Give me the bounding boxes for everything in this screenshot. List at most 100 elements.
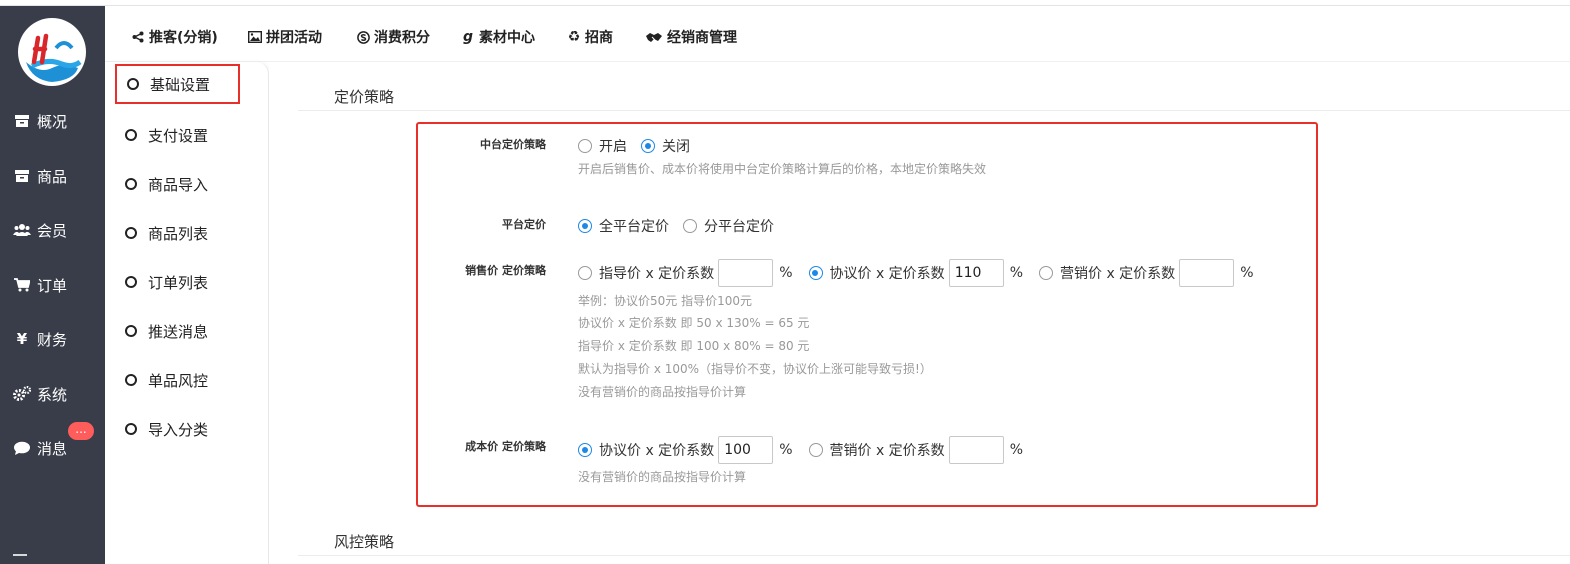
percent-unit: % (1009, 265, 1023, 281)
radio-label: 关闭 (662, 139, 690, 155)
platform-pricing-radios: 全平台定价 分平台定价 (578, 216, 774, 236)
platform-pricing-label: 平台定价 (502, 218, 546, 231)
share-icon (131, 30, 145, 44)
submenu-item-import-category[interactable]: 导入分类 (115, 409, 240, 449)
sidebar-item-label: 概况 (37, 112, 68, 131)
submenu-item-label: 推送消息 (148, 322, 209, 341)
section-title-pricing: 定价策略 (334, 88, 395, 106)
circle-icon (125, 227, 137, 239)
tab-materials[interactable]: g 素材中心 (461, 26, 535, 48)
sidebar-item-partial (13, 554, 27, 564)
radio-label: 开启 (599, 139, 627, 155)
percent-unit: % (779, 265, 793, 281)
percent-unit: % (779, 442, 793, 458)
percent-unit: % (1240, 265, 1254, 281)
sale-strategy-radios: 指导价 x 定价系数 % 协议价 x 定价系数 110 % 营销价 x 定价系数… (578, 259, 1254, 287)
sidebar-item-goods[interactable]: 商品 (0, 161, 105, 191)
section-title-risk: 风控策略 (334, 533, 395, 551)
center-strategy-radios: 开启 关闭 (578, 136, 690, 156)
sidebar-item-system[interactable]: 系统 (0, 379, 105, 409)
submenu-item-basic-settings[interactable]: 基础设置 (115, 64, 240, 104)
tab-label: 素材中心 (479, 30, 535, 46)
tab-merchants[interactable]: ♻ 招商 (567, 26, 613, 48)
sale-marketing-coefficient-input[interactable] (1179, 259, 1235, 287)
radio-platform-split[interactable] (683, 219, 697, 233)
circle-icon (125, 374, 137, 386)
radio-label: 全平台定价 (599, 219, 669, 235)
sale-guide-coefficient-input[interactable] (718, 259, 774, 287)
circle-icon (125, 325, 137, 337)
sale-agreement-coefficient-input[interactable]: 110 (948, 259, 1004, 287)
tab-label: 推客(分销) (149, 30, 218, 46)
tab-group-buy[interactable]: 拼团活动 (248, 26, 322, 48)
message-count-badge: ... (68, 422, 94, 440)
tab-promoter[interactable]: 推客(分销) (131, 26, 218, 48)
sidebar-item-label: 商品 (37, 167, 68, 186)
radio-cost-marketing[interactable] (808, 443, 823, 457)
tab-label: 招商 (585, 30, 613, 46)
tab-label: 消费积分 (374, 30, 430, 46)
radio-sale-marketing[interactable] (1039, 266, 1053, 280)
sale-hint-5: 没有营销价的商品按指导价计算 (578, 385, 747, 399)
submenu-item-label: 支付设置 (148, 126, 209, 145)
submenu-item-payment-settings[interactable]: 支付设置 (115, 115, 240, 155)
submenu-item-product-import[interactable]: 商品导入 (115, 164, 240, 204)
submenu-item-label: 商品导入 (148, 175, 209, 194)
radio-cost-agreement[interactable] (578, 443, 592, 457)
radio-sale-agreement[interactable] (808, 266, 823, 280)
radio-platform-all[interactable] (578, 219, 592, 233)
sale-strategy-label: 销售价 定价策略 (465, 264, 546, 277)
cost-marketing-coefficient-input[interactable] (948, 436, 1004, 464)
submenu-item-label: 单品风控 (148, 371, 209, 390)
sidebar-item-orders[interactable]: 订单 (0, 270, 105, 300)
radio-center-off[interactable] (641, 139, 655, 153)
sidebar-item-members[interactable]: 会员 (0, 215, 105, 245)
radio-label: 营销价 x 定价系数 (1060, 266, 1176, 282)
tab-points[interactable]: 消费积分 (356, 26, 430, 48)
submenu-item-label: 导入分类 (148, 420, 209, 439)
handshake-icon (645, 30, 663, 44)
submenu-item-label: 订单列表 (148, 273, 209, 292)
submenu-item-push-messages[interactable]: 推送消息 (115, 311, 240, 351)
users-icon (13, 222, 31, 238)
app-root: 概况 商品 会员 订单 ¥ 财务 系统 消息 ... 推客(分销) 拼团活动 消… (0, 0, 1570, 564)
submenu-item-risk-control[interactable]: 单品风控 (115, 360, 240, 400)
archive-icon (13, 168, 31, 184)
submenu-item-label: 商品列表 (148, 224, 209, 243)
sidebar-item-overview[interactable]: 概况 (0, 106, 105, 136)
skype-icon (356, 30, 370, 44)
radio-sale-guide[interactable] (578, 266, 592, 280)
sidebar-item-label: 消息 (37, 439, 68, 458)
tab-dealers[interactable]: 经销商管理 (645, 26, 737, 48)
gears-icon (13, 386, 31, 402)
radio-center-on[interactable] (578, 139, 592, 153)
circle-icon (125, 276, 137, 288)
archive-icon (13, 113, 31, 129)
circle-icon (125, 129, 137, 141)
sidebar-item-label: 系统 (37, 385, 68, 404)
cost-agreement-coefficient-input[interactable]: 100 (718, 436, 774, 464)
radio-label: 分平台定价 (704, 219, 774, 235)
cost-hint: 没有营销价的商品按指导价计算 (578, 470, 747, 484)
radio-label: 协议价 x 定价系数 (829, 266, 945, 282)
gratipay-icon: g (462, 29, 474, 45)
yen-icon: ¥ (16, 330, 28, 348)
sidebar-item-label: 会员 (37, 221, 68, 240)
circle-icon (125, 423, 137, 435)
sidebar-item-finance[interactable]: ¥ 财务 (0, 324, 105, 354)
radio-label: 指导价 x 定价系数 (599, 266, 715, 282)
sale-hint-4: 默认为指导价 x 100%（指导价不变，协议价上涨可能导致亏损!） (578, 362, 932, 376)
cost-strategy-radios: 协议价 x 定价系数 100 % 营销价 x 定价系数 % (578, 436, 1023, 464)
submenu-item-order-list[interactable]: 订单列表 (115, 262, 240, 302)
main-sidebar: 概况 商品 会员 订单 ¥ 财务 系统 消息 ... (0, 6, 105, 564)
top-navigation: 推客(分销) 拼团活动 消费积分 g 素材中心 ♻ 招商 经销商管理 (105, 6, 1570, 62)
circle-icon (125, 178, 137, 190)
submenu-item-product-list[interactable]: 商品列表 (115, 213, 240, 253)
sale-hint-2: 协议价 x 定价系数 即 50 x 130% = 65 元 (578, 316, 810, 330)
sidebar-item-label: 订单 (37, 276, 68, 295)
brand-logo[interactable] (18, 18, 86, 86)
recycle-icon: ♻ (567, 29, 581, 45)
settings-submenu: 基础设置 支付设置 商品导入 商品列表 订单列表 推送消息 单品风控 导入分类 (105, 62, 269, 564)
section-divider (298, 555, 1570, 556)
sale-hint-3: 指导价 x 定价系数 即 100 x 80% = 80 元 (578, 339, 810, 353)
